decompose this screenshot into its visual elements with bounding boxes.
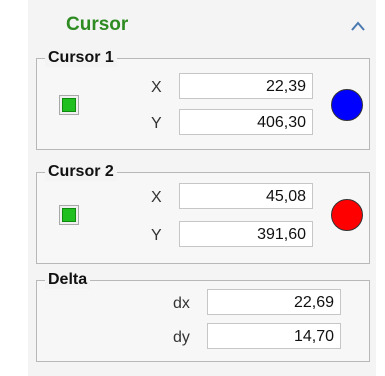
delta-dx-field[interactable]: 22,69 bbox=[207, 289, 341, 315]
cursor2-x-field[interactable]: 45,08 bbox=[179, 183, 313, 209]
delta-group: Delta dx 22,69 dy 14,70 bbox=[36, 271, 370, 362]
cursor1-enable-toggle[interactable] bbox=[59, 95, 79, 115]
cursor1-y-label: Y bbox=[151, 115, 162, 132]
cursor2-title: Cursor 2 bbox=[45, 163, 117, 181]
cursor2-led-indicator bbox=[62, 208, 76, 222]
collapse-button[interactable] bbox=[346, 14, 370, 38]
delta-dy-field[interactable]: 14,70 bbox=[207, 323, 341, 349]
delta-dy-label: dy bbox=[173, 329, 190, 346]
cursor1-group: Cursor 1 X 22,39 Y 406,30 bbox=[36, 49, 370, 150]
cursor1-x-field[interactable]: 22,39 bbox=[179, 73, 313, 99]
panel-header: Cursor bbox=[28, 6, 376, 46]
cursor1-y-field[interactable]: 406,30 bbox=[179, 109, 313, 135]
delta-title: Delta bbox=[45, 271, 91, 289]
cursor1-color-swatch[interactable] bbox=[331, 89, 363, 121]
cursor1-title: Cursor 1 bbox=[45, 49, 117, 67]
cursor2-y-label: Y bbox=[151, 227, 162, 244]
cursor2-group: Cursor 2 X 45,08 Y 391,60 bbox=[36, 163, 370, 264]
cursor1-x-label: X bbox=[151, 79, 162, 96]
cursor2-color-swatch[interactable] bbox=[331, 199, 363, 231]
cursor2-x-label: X bbox=[151, 189, 162, 206]
chevron-up-icon bbox=[351, 21, 365, 31]
cursor1-led-indicator bbox=[62, 98, 76, 112]
cursor2-y-field[interactable]: 391,60 bbox=[179, 221, 313, 247]
panel-title: Cursor bbox=[66, 14, 129, 35]
delta-dx-label: dx bbox=[173, 295, 190, 312]
cursor2-enable-toggle[interactable] bbox=[59, 205, 79, 225]
cursor-panel: Cursor Cursor 1 X 22,39 Y 406,30 Cursor … bbox=[28, 0, 376, 376]
